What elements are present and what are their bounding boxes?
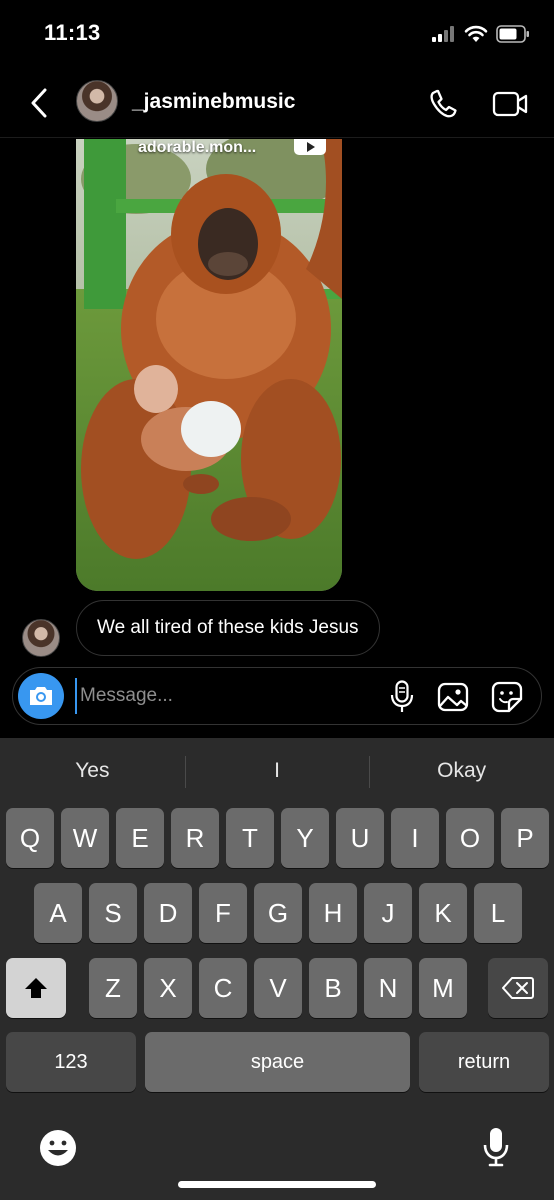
emoji-icon	[40, 1130, 76, 1166]
microphone-icon	[390, 680, 414, 712]
shared-video-post[interactable]: adorable.mon...	[76, 139, 342, 591]
key-a[interactable]: A	[34, 883, 82, 943]
backspace-key[interactable]	[488, 958, 548, 1018]
key-s[interactable]: S	[89, 883, 137, 943]
key-b[interactable]: B	[309, 958, 357, 1018]
key-q[interactable]: Q	[6, 808, 54, 868]
key-o[interactable]: O	[446, 808, 494, 868]
gallery-icon	[437, 682, 469, 712]
shift-icon	[25, 978, 47, 998]
key-v[interactable]: V	[254, 958, 302, 1018]
key-w[interactable]: W	[61, 808, 109, 868]
key-t[interactable]: T	[226, 808, 274, 868]
camera-icon	[30, 687, 52, 705]
key-k[interactable]: K	[419, 883, 467, 943]
shift-key[interactable]	[6, 958, 66, 1018]
video-thumbnail	[76, 139, 342, 591]
message-input[interactable]	[75, 678, 375, 714]
gallery-button[interactable]	[435, 680, 471, 714]
return-key[interactable]: return	[419, 1032, 549, 1092]
key-j[interactable]: J	[364, 883, 412, 943]
status-time: 11:13	[44, 20, 101, 45]
camera-button[interactable]	[18, 673, 64, 719]
wifi-icon	[464, 25, 488, 42]
key-g[interactable]: G	[254, 883, 302, 943]
message-bubble[interactable]: We all tired of these kids Jesus	[76, 600, 380, 656]
suggestion-item[interactable]: Yes	[0, 738, 185, 804]
avatar[interactable]	[76, 80, 118, 122]
key-u[interactable]: U	[336, 808, 384, 868]
suggestion-item[interactable]: Okay	[369, 738, 554, 804]
video-camera-icon	[492, 91, 528, 117]
key-x[interactable]: X	[144, 958, 192, 1018]
cellular-signal-icon	[432, 26, 454, 42]
predictive-bar: Yes I Okay	[0, 738, 554, 804]
key-e[interactable]: E	[116, 808, 164, 868]
reel-play-icon	[294, 139, 326, 155]
voice-message-button[interactable]	[387, 680, 417, 714]
chat-header: _jasminebmusic	[0, 70, 554, 138]
key-f[interactable]: F	[199, 883, 247, 943]
emoji-button[interactable]	[36, 1126, 80, 1170]
key-c[interactable]: C	[199, 958, 247, 1018]
phone-icon	[430, 89, 457, 118]
key-h[interactable]: H	[309, 883, 357, 943]
sender-avatar[interactable]	[22, 619, 60, 657]
dictation-button[interactable]	[476, 1124, 516, 1170]
key-i[interactable]: I	[391, 808, 439, 868]
back-button[interactable]	[22, 84, 56, 122]
key-n[interactable]: N	[364, 958, 412, 1018]
status-icons	[432, 22, 530, 46]
keyboard: Yes I Okay QWERTYUIOPASDFGHJKLZXCVBNM 12…	[0, 738, 554, 1200]
home-indicator	[178, 1181, 376, 1188]
key-l[interactable]: L	[474, 883, 522, 943]
video-call-button[interactable]	[490, 86, 530, 122]
sticker-button[interactable]	[489, 680, 525, 714]
status-bar: 11:13	[0, 0, 554, 70]
key-y[interactable]: Y	[281, 808, 329, 868]
key-p[interactable]: P	[501, 808, 549, 868]
sticker-icon	[491, 681, 523, 713]
backspace-icon	[502, 977, 534, 999]
key-z[interactable]: Z	[89, 958, 137, 1018]
numbers-key[interactable]: 123	[6, 1032, 136, 1092]
space-key[interactable]: space	[145, 1032, 410, 1092]
dictation-mic-icon	[483, 1128, 509, 1167]
key-r[interactable]: R	[171, 808, 219, 868]
post-caption: adorable.mon...	[138, 139, 257, 156]
chevron-left-icon	[31, 88, 47, 118]
battery-icon	[496, 25, 529, 43]
key-m[interactable]: M	[419, 958, 467, 1018]
voice-call-button[interactable]	[426, 86, 462, 122]
message-composer	[12, 667, 542, 725]
key-d[interactable]: D	[144, 883, 192, 943]
contact-username[interactable]: _jasminebmusic	[132, 90, 295, 114]
suggestion-item[interactable]: I	[184, 738, 370, 804]
